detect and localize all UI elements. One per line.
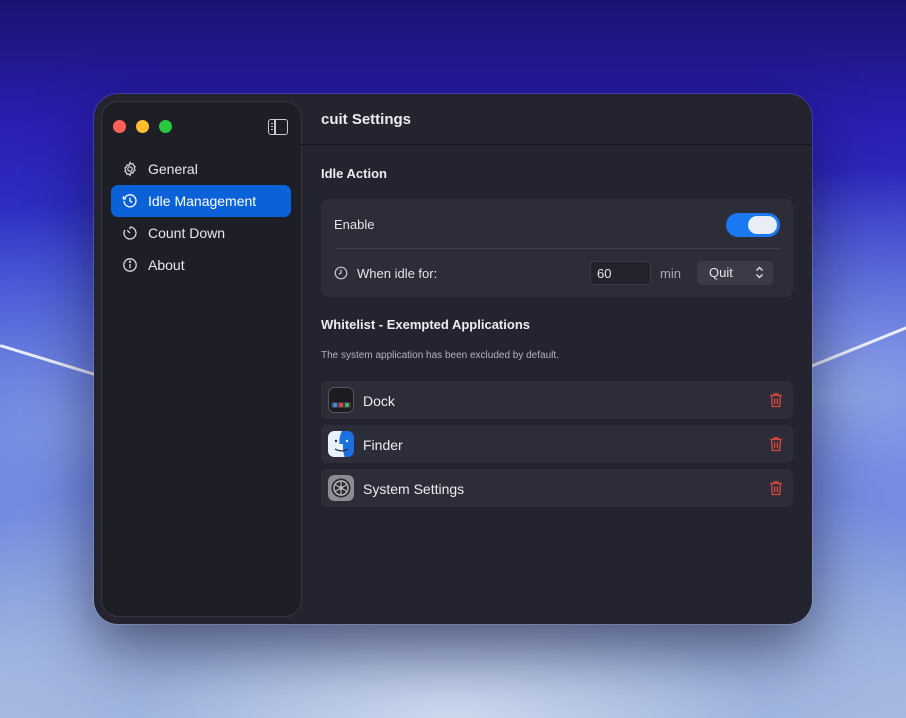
close-window-button[interactable] <box>113 120 126 133</box>
history-clock-icon <box>122 194 137 208</box>
idle-minutes-input[interactable]: 60 <box>590 261 651 285</box>
sidebar-item-label: General <box>148 161 198 177</box>
sidebar-item-label: About <box>148 257 185 273</box>
title-divider <box>301 144 812 145</box>
sidebar-item-general[interactable]: General <box>111 153 291 185</box>
idle-action-card: Enable When idle for: 60 min Quit <box>321 199 793 297</box>
main-content: cuit Settings Idle Action Enable When id… <box>301 94 812 624</box>
sidebar-item-count-down[interactable]: Count Down <box>111 217 291 249</box>
enable-label: Enable <box>334 217 375 232</box>
whitelist-heading: Whitelist - Exempted Applications <box>321 317 530 332</box>
info-icon <box>123 258 137 272</box>
whitelist-row-dock: Dock <box>321 381 793 419</box>
sidebar-nav: General Idle Management Count Down About <box>111 153 291 281</box>
timer-icon <box>123 226 137 240</box>
trash-icon[interactable] <box>769 436 783 452</box>
card-divider <box>334 248 780 249</box>
minutes-unit-label: min <box>660 266 681 281</box>
idle-action-heading: Idle Action <box>321 166 387 181</box>
wallpaper-streak-left <box>0 344 106 380</box>
settings-window: General Idle Management Count Down About… <box>94 94 812 624</box>
whitelist-row-system-settings: System Settings <box>321 469 793 507</box>
finder-app-icon <box>328 431 354 457</box>
sidebar: General Idle Management Count Down About <box>102 102 301 616</box>
chevron-up-down-icon <box>756 266 763 279</box>
enable-toggle[interactable] <box>726 213 780 237</box>
gear-icon <box>124 161 136 177</box>
idle-action-select-value: Quit <box>709 265 733 280</box>
app-name: System Settings <box>363 481 465 497</box>
idle-duration-label: When idle for: <box>357 266 438 281</box>
idle-action-select[interactable]: Quit <box>697 261 773 285</box>
minimize-window-button[interactable] <box>136 120 149 133</box>
dock-app-icon <box>328 387 354 413</box>
sidebar-toggle-icon[interactable] <box>268 119 288 135</box>
trash-icon[interactable] <box>769 480 783 496</box>
trash-icon[interactable] <box>769 392 783 408</box>
window-title: cuit Settings <box>321 111 412 128</box>
whitelist-hint: The system application has been excluded… <box>321 350 559 361</box>
whitelist-row-finder: Finder <box>321 425 793 463</box>
zoom-window-button[interactable] <box>159 120 172 133</box>
sidebar-item-label: Idle Management <box>148 193 257 209</box>
app-name: Finder <box>363 437 403 453</box>
clock-icon <box>334 266 348 280</box>
wallpaper-streak-right <box>807 324 906 369</box>
sidebar-item-about[interactable]: About <box>111 249 291 281</box>
toggle-knob <box>748 216 777 234</box>
sidebar-item-label: Count Down <box>148 225 226 241</box>
sidebar-item-idle-management[interactable]: Idle Management <box>111 185 291 217</box>
app-name: Dock <box>363 393 395 409</box>
system-settings-app-icon <box>328 475 354 501</box>
